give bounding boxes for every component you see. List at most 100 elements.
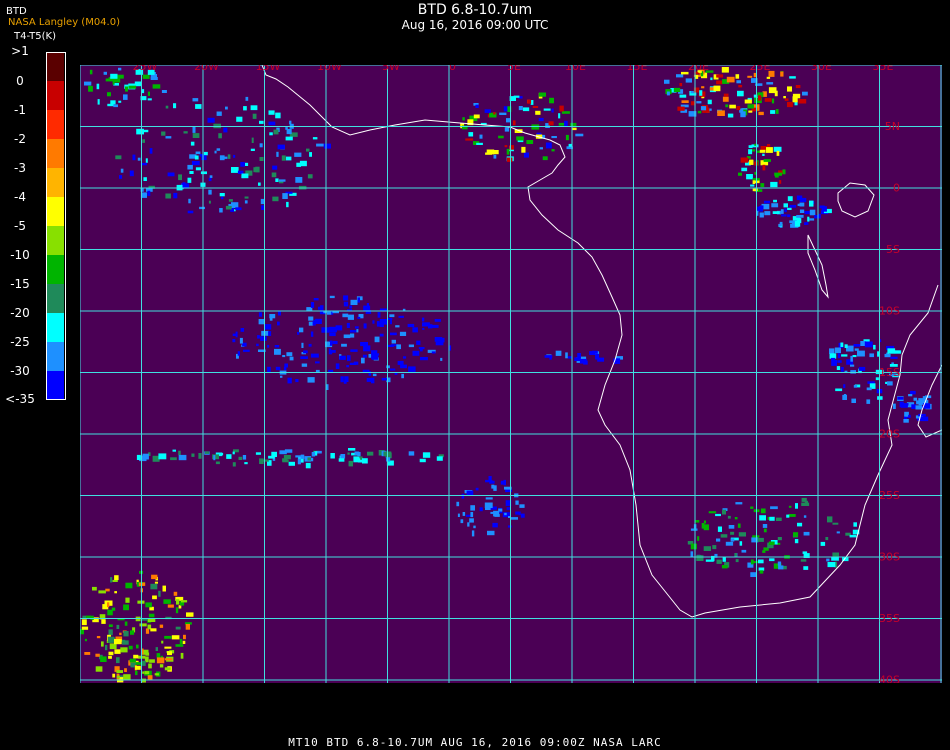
cloud-pixel (400, 364, 407, 369)
cloud-pixel (807, 216, 810, 222)
cloud-pixel (142, 139, 145, 143)
cloud-pixel (299, 327, 304, 333)
cloud-pixel (285, 136, 293, 141)
cloud-pixel (776, 517, 782, 521)
cloud-pixel (762, 550, 766, 553)
cloud-pixel (763, 159, 771, 162)
cloud-pixel (722, 509, 726, 515)
cloud-pixel (468, 132, 474, 137)
cloud-pixel (92, 586, 97, 591)
cloud-pixel (788, 505, 792, 508)
cloud-pixel (456, 501, 460, 507)
cloud-pixel (766, 76, 771, 79)
cloud-pixel (349, 362, 357, 365)
map-panel: 25W 20W 15W 10W 5W 0 5E 10E 15E 20E 25E 30E 35E 5N 0 5… (80, 65, 942, 683)
cloud-pixel (327, 341, 330, 346)
cloud-pixel (259, 143, 263, 148)
cloud-pixel (725, 104, 729, 108)
latitude-label: 20S (879, 428, 900, 441)
cloud-pixel (147, 91, 150, 96)
cloud-pixel (485, 479, 493, 483)
cloud-pixel (183, 131, 188, 134)
cloud-pixel (255, 166, 260, 173)
cloud-pixel (181, 600, 188, 603)
cloud-pixel (113, 104, 118, 108)
cloud-pixel (746, 174, 753, 180)
cloud-pixel (493, 485, 497, 491)
cloud-pixel (747, 75, 753, 78)
cloud-pixel (753, 72, 757, 78)
cloud-pixel (759, 206, 762, 209)
cloud-pixel (913, 397, 918, 401)
cloud-pixel (545, 142, 552, 149)
colorbar-label: -15 (10, 277, 30, 291)
cloud-pixel (252, 113, 257, 119)
cloud-pixel (561, 111, 570, 114)
cloud-pixel (199, 206, 205, 210)
cloud-pixel (216, 148, 221, 151)
cloud-pixel (123, 94, 128, 100)
cloud-pixel (96, 83, 100, 90)
cloud-pixel (475, 487, 479, 491)
cloud-pixel (238, 456, 243, 460)
cloud-pixel (203, 151, 208, 156)
cloud-pixel (401, 373, 404, 379)
cloud-pixel (307, 457, 311, 461)
cloud-pixel (422, 327, 425, 330)
cloud-pixel (178, 454, 187, 461)
cloud-pixel (741, 167, 748, 172)
cloud-pixel (752, 180, 756, 184)
cloud-pixel (218, 133, 222, 139)
cloud-pixel (151, 574, 158, 580)
cloud-pixel (575, 133, 584, 137)
colorbar-label: -30 (10, 364, 30, 378)
colorbar-label: >1 (11, 44, 29, 58)
cloud-pixel (784, 208, 787, 213)
image-title: BTD 6.8-10.7um (417, 2, 533, 18)
cloud-pixel (803, 531, 810, 536)
cloud-pixel (473, 525, 476, 529)
cloud-pixel (787, 196, 793, 202)
cloud-pixel (208, 200, 211, 204)
cloud-pixel (226, 454, 232, 459)
cloud-pixel (335, 363, 340, 369)
cloud-pixel (796, 195, 803, 201)
cloud-pixel (115, 155, 122, 160)
cloud-pixel (310, 331, 314, 337)
colorbar-label: -1 (14, 103, 26, 117)
cloud-pixel (187, 164, 193, 170)
cloud-pixel (267, 366, 271, 373)
cloud-pixel (503, 479, 506, 486)
cloud-pixel (161, 640, 164, 644)
cloud-pixel (109, 643, 117, 650)
cloud-pixel (341, 343, 347, 347)
cloud-pixel (736, 80, 741, 84)
cloud-pixel (342, 313, 349, 318)
cloud-pixel (771, 203, 779, 208)
cloud-pixel (154, 673, 159, 676)
cloud-pixel (377, 312, 381, 318)
cloud-pixel (715, 513, 721, 517)
cloud-pixel (748, 110, 753, 113)
cloud-pixel (763, 200, 770, 204)
longitude-label: 20E (688, 65, 709, 73)
cloud-pixel (771, 98, 775, 104)
cloud-pixel (149, 606, 154, 611)
cloud-pixel (853, 385, 858, 388)
cloud-pixel (346, 322, 350, 328)
cloud-pixel (515, 500, 519, 505)
cloud-pixel (159, 664, 164, 668)
cloud-pixel (579, 358, 587, 364)
cloud-pixel (690, 101, 695, 106)
cloud-pixel (164, 646, 172, 649)
cloud-pixel (204, 451, 210, 454)
cloud-pixel (275, 366, 281, 371)
cloud-pixel (734, 553, 737, 557)
cloud-pixel (213, 123, 221, 129)
cloud-pixel (565, 134, 569, 141)
cloud-pixel (787, 214, 791, 218)
cloud-pixel (114, 575, 119, 581)
cloud-pixel (760, 183, 765, 187)
latitude-label: 0 (893, 182, 900, 195)
cloud-pixel (165, 193, 171, 199)
